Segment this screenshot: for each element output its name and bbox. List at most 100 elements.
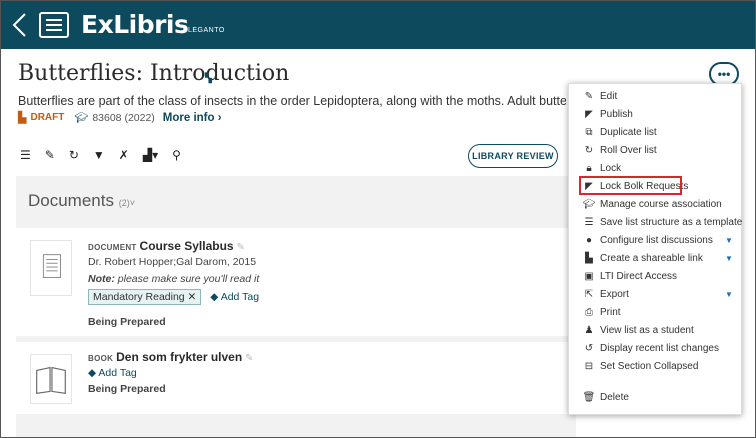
add-tag-button[interactable]: ◆ Add Tag (88, 367, 137, 379)
filter-icon[interactable]: ▼ (93, 148, 105, 162)
list-description: Butterflies are part of the class of ins… (18, 94, 566, 108)
add-tag-button[interactable]: ◆ Add Tag (210, 291, 259, 303)
menu-item-label: LTI Direct Access (600, 270, 678, 282)
menu-item-edit[interactable]: ✎ Edit (581, 88, 617, 104)
menu-item-label: Print (600, 306, 621, 318)
menu-item-label: Duplicate list (600, 126, 657, 138)
edit-icon[interactable]: ✎ (45, 148, 55, 162)
menu-item-view-as-student[interactable]: ♟ View list as a student (581, 322, 694, 338)
menu-item-lti[interactable]: ▣ LTI Direct Access (581, 268, 677, 284)
duplicate-icon: ⧉ (585, 126, 593, 138)
item-type: DOCUMENT (88, 243, 137, 252)
menu-item-shareable-link[interactable]: ▙ Create a shareable link ▼ (581, 250, 733, 266)
section-title[interactable]: Documents (2)˅ (28, 191, 135, 211)
lock-icon: 🔒︎ (586, 162, 592, 174)
menu-item-label: Edit (600, 90, 618, 102)
history-icon: ↺ (584, 342, 594, 354)
menu-item-label: Lock (600, 162, 622, 174)
analytics-icon[interactable]: ▟▾ (143, 148, 158, 162)
product-name: LEGANTO (188, 27, 225, 34)
discussion-icon: ● (585, 234, 593, 246)
expand-caret-icon[interactable]: ▼ (725, 254, 733, 263)
menu-item-label: Configure list discussions (600, 234, 713, 246)
menu-item-label: Save list structure as a template (600, 216, 743, 228)
menu-item-recent-changes[interactable]: ↺ Display recent list changes (581, 340, 719, 356)
menu-item-label: Publish (600, 108, 633, 120)
print-icon: ⎙ (585, 306, 593, 318)
graduation-cap-icon: 🎓︎ (582, 198, 596, 210)
highlight-box (579, 176, 682, 195)
list-meta: ▙ DRAFT 🎓︎ 83608 (2022) More info › (18, 111, 222, 125)
item-author: Dr. Robert Hopper;Gal Darom, 2015 (88, 256, 257, 268)
back-icon[interactable] (9, 11, 31, 39)
menu-item-collapse-section[interactable]: ⊟ Set Section Collapsed (581, 358, 699, 374)
menu-icon[interactable] (39, 12, 69, 38)
menu-item-duplicate[interactable]: ⧉ Duplicate list (581, 124, 657, 140)
tag-icon: ◆ (88, 367, 97, 379)
edit-item-icon[interactable]: ✎ (237, 242, 245, 253)
collapse-icon: ⊟ (584, 360, 594, 372)
rollover-icon: ↻ (584, 144, 594, 156)
status-badge: DRAFT (30, 112, 65, 123)
item-status: Being Prepared (88, 383, 166, 395)
expand-caret-icon[interactable]: ▼ (725, 236, 733, 245)
section-count: (2)˅ (118, 198, 135, 208)
more-info-link[interactable]: More info › (163, 112, 222, 124)
menu-item-lock[interactable]: 🔒︎ Lock (581, 160, 621, 176)
menu-item-label: Create a shareable link (600, 252, 703, 264)
menu-item-label: Delete (600, 391, 629, 403)
item-title[interactable]: Course Syllabus (140, 239, 234, 253)
export-icon: ⇱ (584, 288, 594, 300)
documents-section: Documents (2)˅ DOCUMENT Course Syllabus … (16, 176, 576, 437)
course-code: 83608 (2022) (92, 111, 155, 124)
menu-item-save-template[interactable]: ☰ Save list structure as a template (581, 214, 743, 230)
list-item[interactable]: BOOK Den som frykter ulven ✎ ◆ Add Tag B… (16, 342, 576, 414)
add-tag-label: Add Tag (98, 367, 137, 379)
menu-item-delete[interactable]: 🗑︎ Delete (581, 389, 629, 405)
add-tag-label: Add Tag (220, 291, 260, 303)
page-title: Butterflies: Introduction (18, 61, 290, 86)
item-type: BOOK (88, 354, 114, 363)
document-thumbnail-icon (30, 240, 72, 296)
note-label: Note: (88, 273, 115, 285)
top-bar: ExLibris LEGANTO (1, 1, 755, 49)
menu-item-roll-over[interactable]: ↻ Roll Over list (581, 142, 657, 158)
pin-icon[interactable]: ✗ (119, 148, 129, 162)
edit-item-icon[interactable]: ✎ (245, 353, 253, 364)
logo: ExLibris (81, 10, 189, 39)
tag-icon: ◆ (210, 291, 219, 303)
list-item[interactable]: DOCUMENT Course Syllabus ✎ Dr. Robert Ho… (16, 228, 576, 336)
library-review-button[interactable]: LIBRARY REVIEW (468, 144, 558, 168)
item-note: please make sure you'll read it (117, 273, 260, 285)
menu-item-label: Manage course association (600, 198, 722, 210)
app-frame: ExLibris LEGANTO Butterflies: Introducti… (0, 0, 756, 438)
book-thumbnail-icon (30, 354, 72, 404)
tag-mandatory-reading[interactable]: Mandatory Reading ✕ (88, 289, 202, 305)
menu-item-export[interactable]: ⇱ Export ▼ (581, 286, 733, 302)
lti-icon: ▣ (584, 270, 594, 282)
menu-item-label: Display recent list changes (600, 342, 719, 354)
menu-item-label: Roll Over list (600, 144, 657, 156)
menu-item-label: Set Section Collapsed (600, 360, 699, 372)
menu-item-manage-course[interactable]: 🎓︎ Manage course association (581, 196, 722, 212)
section-title-text: Documents (28, 191, 114, 210)
pencil-icon: ✎ (584, 90, 594, 102)
actions-menu: ✎ Edit ◤ Publish ⧉ Duplicate list ↻ Roll Ove… (568, 83, 742, 415)
graduation-cap-icon: 🎓︎ (74, 112, 89, 124)
list-view-icon[interactable]: ☰ (20, 148, 31, 162)
paper-plane-icon: ◤ (585, 108, 593, 120)
menu-item-label: View list as a student (600, 324, 694, 336)
menu-item-publish[interactable]: ◤ Publish (581, 106, 633, 122)
edit-title-icon[interactable]: ▚ (205, 73, 212, 84)
student-icon: ♟ (584, 324, 594, 336)
menu-item-print[interactable]: ⎙ Print (581, 304, 621, 320)
refresh-icon[interactable]: ↻ (69, 148, 79, 162)
item-title[interactable]: Den som frykter ulven (116, 350, 242, 364)
menu-item-discussions[interactable]: ● Configure list discussions ▼ (581, 232, 733, 248)
list-icon: ☰ (584, 216, 594, 228)
trash-icon: 🗑︎ (582, 391, 596, 403)
menu-item-label: Export (600, 288, 629, 300)
search-icon[interactable]: ⚲ (172, 148, 181, 162)
expand-caret-icon[interactable]: ▼ (725, 290, 733, 299)
item-status: Being Prepared (88, 316, 166, 328)
